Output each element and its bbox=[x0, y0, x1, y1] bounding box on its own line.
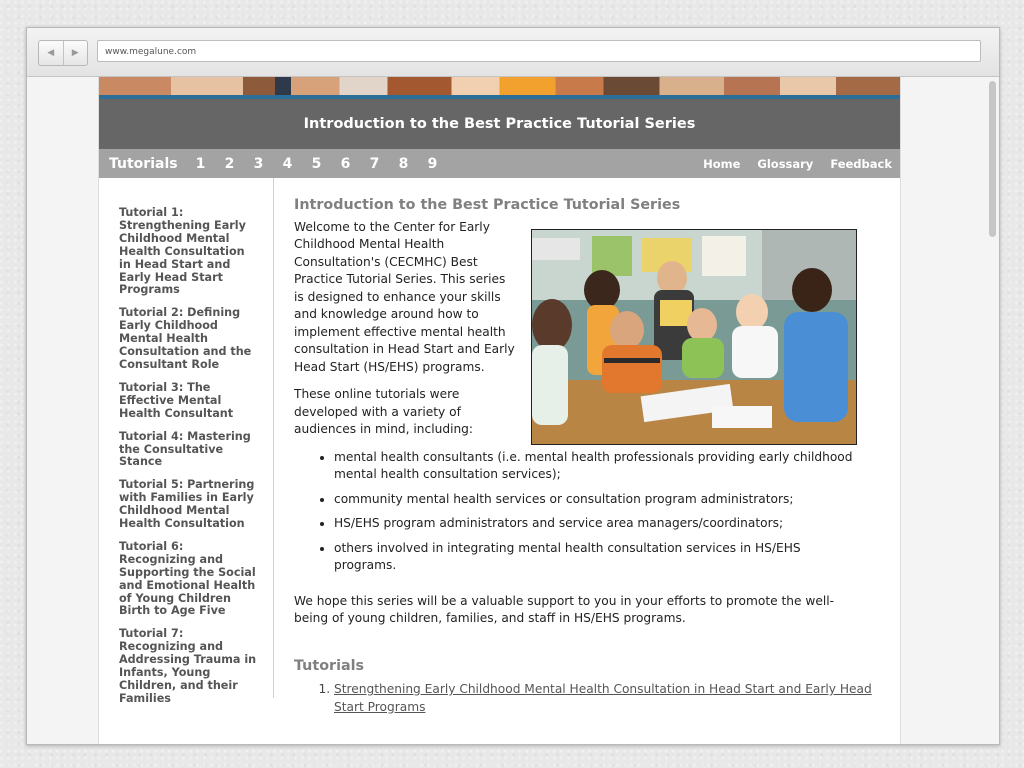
list-item: Strengthening Early Childhood Mental Hea… bbox=[334, 681, 900, 716]
list-item: community mental health services or cons… bbox=[334, 491, 854, 509]
header-photo-strip bbox=[99, 77, 900, 95]
webpage: Introduction to the Best Practice Tutori… bbox=[98, 77, 901, 744]
tutorial-1-link[interactable]: Strengthening Early Childhood Mental Hea… bbox=[334, 682, 872, 714]
audience-intro: These online tutorials were developed wi… bbox=[294, 387, 474, 436]
address-bar[interactable]: www.megalune.com bbox=[97, 40, 981, 62]
list-item: HS/EHS program administrators and servic… bbox=[334, 515, 854, 533]
sidebar-item-tutorial-4[interactable]: Tutorial 4: Mastering the Consultative S… bbox=[119, 430, 259, 470]
nav-tutorial-7[interactable]: 7 bbox=[370, 156, 380, 172]
intro-paragraph: Welcome to the Center for Early Childhoo… bbox=[294, 219, 515, 374]
sidebar-item-tutorial-5[interactable]: Tutorial 5: Partnering with Families in … bbox=[119, 478, 259, 531]
site-title: Introduction to the Best Practice Tutori… bbox=[303, 116, 696, 132]
classroom-photo bbox=[531, 229, 857, 445]
back-button[interactable]: ◀ bbox=[39, 41, 63, 65]
nav-buttons: ◀ ▶ bbox=[38, 40, 88, 66]
tutorials-list: Strengthening Early Childhood Mental Hea… bbox=[294, 681, 900, 716]
nav-tutorial-1[interactable]: 1 bbox=[196, 156, 206, 172]
tutorial-number-nav: Tutorials 1 2 3 4 5 6 7 8 9 bbox=[99, 156, 457, 172]
site-title-bar: Introduction to the Best Practice Tutori… bbox=[99, 99, 900, 149]
sidebar-item-tutorial-3[interactable]: Tutorial 3: The Effective Mental Health … bbox=[119, 381, 259, 421]
tutorials-heading: Tutorials bbox=[294, 657, 365, 674]
back-arrow-icon: ◀ bbox=[47, 48, 55, 58]
nav-tutorial-4[interactable]: 4 bbox=[283, 156, 293, 172]
browser-window: ◀ ▶ www.megalune.com Introduction to the… bbox=[26, 27, 1000, 745]
sidebar-item-tutorial-1[interactable]: Tutorial 1: Strengthening Early Childhoo… bbox=[119, 206, 259, 297]
scrollbar-thumb[interactable] bbox=[989, 81, 996, 237]
main-article: Introduction to the Best Practice Tutori… bbox=[274, 178, 900, 714]
utility-nav: Home Glossary Feedback bbox=[686, 157, 900, 171]
closing-paragraph: We hope this series will be a valuable s… bbox=[294, 593, 834, 626]
forward-arrow-icon: ▶ bbox=[71, 48, 79, 58]
page-heading: Introduction to the Best Practice Tutori… bbox=[294, 197, 681, 213]
nav-tutorial-3[interactable]: 3 bbox=[254, 156, 264, 172]
nav-tutorial-9[interactable]: 9 bbox=[428, 156, 438, 172]
vertical-scrollbar[interactable] bbox=[985, 77, 999, 744]
nav-tutorial-5[interactable]: 5 bbox=[312, 156, 322, 172]
content-area: Tutorial 1: Strengthening Early Childhoo… bbox=[99, 178, 900, 714]
nav-tutorial-8[interactable]: 8 bbox=[399, 156, 409, 172]
list-item: mental health consultants (i.e. mental h… bbox=[334, 449, 854, 484]
tutorial-nav-bar: Tutorials 1 2 3 4 5 6 7 8 9 Home Glossar… bbox=[99, 149, 900, 178]
tutorial-sidebar: Tutorial 1: Strengthening Early Childhoo… bbox=[99, 178, 274, 705]
audience-list: mental health consultants (i.e. mental h… bbox=[294, 449, 854, 575]
browser-toolbar: ◀ ▶ www.megalune.com bbox=[27, 28, 999, 77]
page-viewport: Introduction to the Best Practice Tutori… bbox=[27, 77, 999, 744]
nav-tutorial-6[interactable]: 6 bbox=[341, 156, 351, 172]
nav-feedback-link[interactable]: Feedback bbox=[830, 157, 892, 171]
nav-tutorial-2[interactable]: 2 bbox=[225, 156, 235, 172]
nav-home-link[interactable]: Home bbox=[703, 157, 740, 171]
sidebar-item-tutorial-7[interactable]: Tutorial 7: Recognizing and Addressing T… bbox=[119, 627, 259, 705]
forward-button[interactable]: ▶ bbox=[62, 41, 88, 65]
list-item: others involved in integrating mental he… bbox=[334, 540, 854, 575]
nav-glossary-link[interactable]: Glossary bbox=[757, 157, 813, 171]
sidebar-item-tutorial-2[interactable]: Tutorial 2: Defining Early Childhood Men… bbox=[119, 306, 259, 372]
nav-tutorials-label[interactable]: Tutorials bbox=[109, 156, 178, 172]
sidebar-item-tutorial-6[interactable]: Tutorial 6: Recognizing and Supporting t… bbox=[119, 540, 259, 618]
